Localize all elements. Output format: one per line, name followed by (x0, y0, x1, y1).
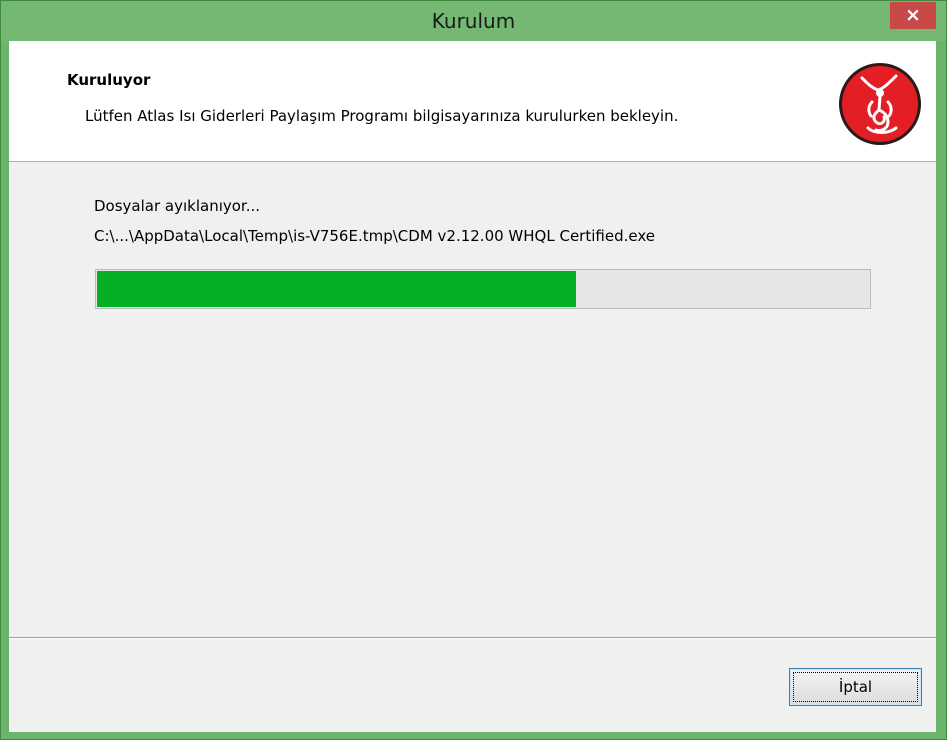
app-logo-icon (839, 63, 921, 145)
header-panel: Kuruluyor Lütfen Atlas Isı Giderleri Pay… (9, 41, 936, 162)
dialog-client-area: Kuruluyor Lütfen Atlas Isı Giderleri Pay… (9, 41, 936, 732)
page-title: Kuruluyor (67, 71, 151, 89)
status-text: Dosyalar ayıklanıyor... (94, 197, 261, 215)
cancel-button-label: İptal (838, 678, 873, 696)
cancel-button[interactable]: İptal (789, 668, 922, 706)
close-icon: × (905, 4, 921, 26)
footer-divider (9, 637, 936, 639)
close-button[interactable]: × (890, 2, 936, 29)
title-bar[interactable]: Kurulum × (1, 1, 946, 41)
progress-fill (97, 271, 576, 307)
window-title: Kurulum (431, 9, 516, 33)
install-progress-bar (95, 269, 871, 309)
page-subtitle: Lütfen Atlas Isı Giderleri Paylaşım Prog… (85, 107, 679, 125)
installer-window: Kurulum × Kuruluyor Lütfen Atlas Isı Gid… (0, 0, 947, 740)
current-file-path: C:\...\AppData\Local\Temp\is-V756E.tmp\C… (94, 227, 655, 245)
